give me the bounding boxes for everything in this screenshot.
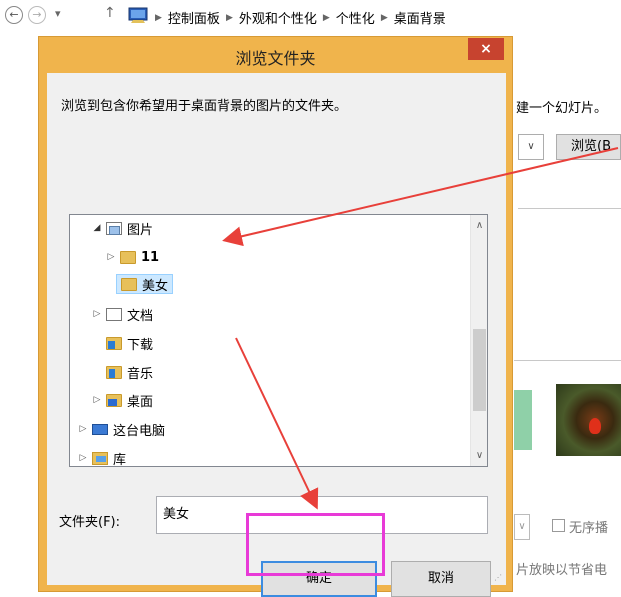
arrow-to-ok bbox=[235, 337, 319, 510]
annotation-arrows bbox=[222, 147, 619, 510]
arrow-to-folder bbox=[222, 147, 619, 247]
